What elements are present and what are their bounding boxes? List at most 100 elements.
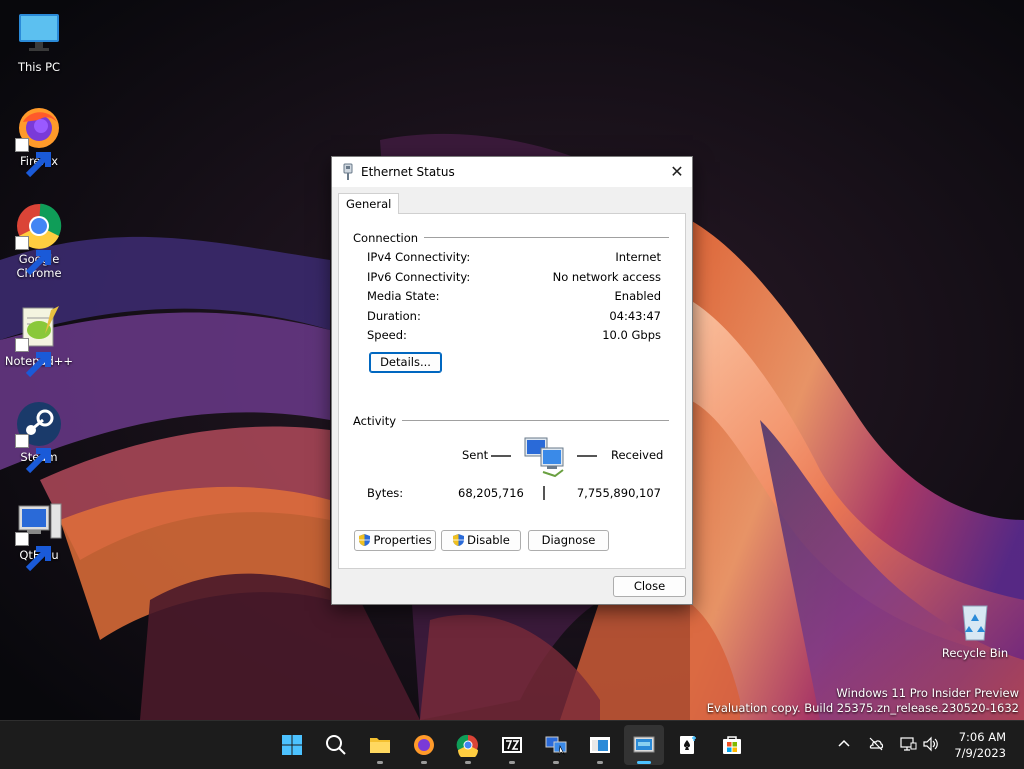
running-indicator: [509, 761, 515, 764]
desktop-icon-label: This PC: [17, 60, 61, 74]
bytes-sent-value: 68,205,716: [458, 486, 524, 500]
start-icon: [282, 735, 302, 755]
taskbar: 7:06 AM 7/9/2023: [0, 720, 1024, 769]
firefox-icon: [15, 104, 63, 178]
ipv4-connectivity-value: Internet: [615, 250, 661, 264]
window-icon: [590, 737, 610, 753]
media-state-value: Enabled: [614, 289, 661, 303]
network-tray-button[interactable]: [899, 735, 917, 753]
activity-heading: Activity: [353, 414, 403, 428]
taskbar-network-connections[interactable]: [536, 725, 576, 765]
disable-button-label: Disable: [467, 533, 510, 547]
ethernet-cable-icon: [343, 163, 353, 180]
taskbar-window-app[interactable]: [580, 725, 620, 765]
ipv6-connectivity-value: No network access: [552, 270, 661, 284]
chrome-icon: [456, 734, 478, 757]
firefox-icon: [414, 735, 434, 755]
notepad-plus-plus-icon: [15, 304, 63, 378]
duration-label: Duration:: [367, 309, 421, 323]
store-icon: [723, 736, 741, 754]
taskbar-firefox[interactable]: [404, 725, 444, 765]
taskbar-file-explorer[interactable]: [360, 725, 400, 765]
bytes-label: Bytes:: [367, 486, 404, 500]
running-indicator: [377, 761, 383, 764]
taskbar-solitaire[interactable]: [668, 725, 708, 765]
watermark-edition: Windows 11 Pro Insider Preview: [836, 686, 1019, 700]
qtemu-icon: [633, 736, 655, 753]
speed-label: Speed:: [367, 328, 407, 342]
clock-date: 7/9/2023: [954, 746, 1006, 760]
shortcut-arrow-icon: [15, 338, 51, 378]
running-indicator: [421, 761, 427, 764]
speaker-icon: [923, 736, 938, 752]
active-indicator: [637, 761, 651, 764]
tab-general[interactable]: General: [338, 193, 400, 214]
ethernet-status-dialog: Ethernet Status ✕ General Connection IPv…: [331, 156, 693, 605]
close-icon[interactable]: ✕: [662, 157, 692, 187]
volume-tray-button[interactable]: [922, 735, 940, 753]
running-indicator: [597, 761, 603, 764]
received-line: [577, 455, 597, 457]
speed-value: 10.0 Gbps: [602, 328, 661, 342]
clock-time: 7:06 AM: [958, 730, 1006, 744]
media-state-label: Media State:: [367, 289, 440, 303]
sent-line: [491, 455, 511, 457]
running-indicator: [465, 761, 471, 764]
sent-label: Sent: [462, 448, 489, 462]
desktop-icon-firefox[interactable]: Firefox: [1, 104, 77, 178]
onedrive-tray-button[interactable]: [867, 735, 885, 753]
uac-shield-icon: [359, 534, 371, 546]
disable-button[interactable]: Disable: [441, 530, 521, 551]
shortcut-arrow-icon: [15, 138, 51, 178]
taskbar-qtemu[interactable]: [624, 725, 664, 765]
cloud-off-icon: [869, 737, 884, 751]
chrome-icon: [15, 202, 63, 276]
running-indicator: [553, 761, 559, 764]
received-label: Received: [611, 448, 664, 462]
desktop-icon-notepad-plus-plus[interactable]: Notepad++: [1, 304, 77, 378]
diagnose-button[interactable]: Diagnose: [528, 530, 609, 551]
ethernet-icon: [900, 737, 917, 751]
desktop-icon-steam[interactable]: Steam: [1, 400, 77, 474]
duration-value: 04:43:47: [609, 309, 661, 323]
ipv6-connectivity-label: IPv6 Connectivity:: [367, 270, 471, 284]
show-hidden-icons-button[interactable]: [835, 735, 853, 753]
desktop-icon-qtemu[interactable]: QtEmu: [1, 498, 77, 572]
monitor-icon: [15, 10, 63, 58]
bytes-received-value: 7,755,890,107: [576, 486, 661, 500]
taskbar-store[interactable]: [712, 725, 752, 765]
desktop-icon-this-pc[interactable]: This PC: [1, 10, 77, 74]
bytes-separator: [543, 486, 545, 500]
connection-heading: Connection: [353, 231, 425, 245]
dialog-title: Ethernet Status: [361, 165, 455, 179]
close-button[interactable]: Close: [613, 576, 686, 597]
dialog-titlebar[interactable]: Ethernet Status ✕: [332, 157, 692, 187]
steam-icon: [15, 400, 63, 474]
search-icon: [326, 735, 346, 755]
desktop-icon-recycle-bin[interactable]: Recycle Bin: [937, 596, 1013, 660]
file-explorer-icon: [370, 738, 390, 753]
network-computers-icon: [524, 437, 564, 478]
properties-button-label: Properties: [373, 533, 432, 547]
recycle-bin-icon: [951, 596, 999, 644]
start-button[interactable]: [272, 725, 312, 765]
taskbar-clock[interactable]: 7:06 AM 7/9/2023: [954, 729, 1006, 761]
details-button[interactable]: Details...: [369, 352, 442, 373]
qtemu-icon: [15, 498, 63, 572]
shortcut-arrow-icon: [15, 532, 51, 572]
desktop-icon-chrome[interactable]: Google Chrome: [1, 202, 77, 280]
shortcut-arrow-icon: [15, 236, 51, 276]
shortcut-arrow-icon: [15, 434, 51, 474]
taskbar-chrome[interactable]: [448, 725, 488, 765]
watermark-build: Evaluation copy. Build 25375.zn_release.…: [706, 701, 1019, 715]
solitaire-icon: [680, 736, 696, 754]
windows-watermark: Windows 11 Pro Insider Preview Evaluatio…: [707, 686, 1019, 716]
chevron-up-icon: [838, 739, 850, 747]
properties-button[interactable]: Properties: [354, 530, 436, 551]
taskbar-search-button[interactable]: [316, 725, 356, 765]
ipv4-connectivity-label: IPv4 Connectivity:: [367, 250, 471, 264]
desktop-icon-label: Recycle Bin: [941, 646, 1009, 660]
general-tab-panel: Connection IPv4 Connectivity: Internet I…: [338, 213, 686, 569]
taskbar-7zip[interactable]: [492, 725, 532, 765]
network-connections-icon: [545, 736, 567, 756]
